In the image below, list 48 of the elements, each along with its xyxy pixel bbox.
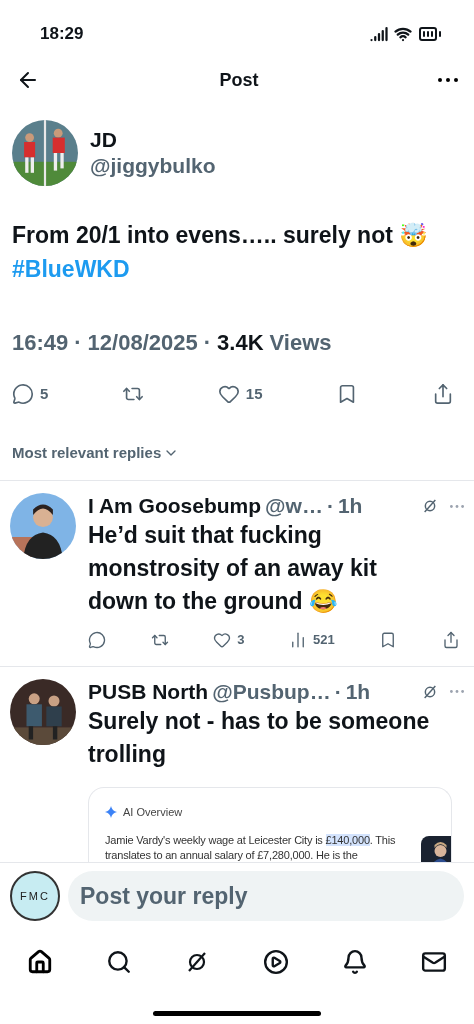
reply-text: He’d suit that fucking monstrosity of an away kit down to the ground 😂: [88, 521, 378, 617]
separator-dot: ·: [203, 329, 212, 357]
mail-icon: [421, 949, 448, 975]
play-icon: [262, 949, 289, 975]
reply-author-name: I Am Goosebump: [88, 493, 262, 519]
heart-icon: [213, 631, 232, 649]
wifi-icon: [394, 25, 412, 43]
sparkle-icon: [105, 806, 117, 819]
views-label: Views: [269, 329, 332, 357]
like-button[interactable]: 3: [213, 630, 245, 650]
reply-author-name: PUSB North: [88, 678, 209, 705]
post-text: From 20/1 into evens….. surely not 🤯 #BlueWKD: [11, 221, 430, 284]
like-button[interactable]: 15: [217, 383, 263, 406]
speech-bubble-icon: [12, 383, 34, 406]
overview-text: Jamie Vardy's weekly wage at Leicester City is £140,000. This translates to an annual salary of £7,280,000. He is the: [105, 832, 397, 862]
avatar-text: FMC: [20, 888, 50, 904]
overview-label: AI Overview: [123, 805, 183, 820]
reply-author-handle: @w…: [265, 493, 323, 519]
separator-dot: ·: [74, 329, 82, 357]
header-title: Post: [219, 68, 259, 92]
share-button[interactable]: [442, 631, 460, 649]
reply-age: 1h: [345, 678, 371, 705]
views-button[interactable]: 521: [289, 630, 335, 650]
reply-text: Surely not - has to be someone trolling: [88, 707, 431, 769]
reply-age: 1h: [337, 493, 363, 519]
reply-button[interactable]: [88, 631, 106, 649]
reply-author-handle: @Pusbup…: [212, 678, 331, 705]
heart-icon: [217, 383, 240, 406]
reply-button[interactable]: 5: [12, 383, 49, 406]
sort-dropdown[interactable]: Most relevant replies: [0, 441, 192, 464]
post-date: 12/08/2025: [87, 329, 198, 357]
author-name: JD: [90, 126, 118, 153]
separator-dot: ·: [326, 493, 334, 519]
grok-button[interactable]: [422, 683, 438, 700]
grok-button[interactable]: [422, 498, 438, 515]
share-icon: [442, 631, 460, 649]
author-handle: @jiggybulko: [90, 153, 216, 179]
views-count: 3.4K: [217, 329, 264, 357]
reply-field[interactable]: Post your reply: [68, 871, 464, 921]
search-icon: [106, 949, 132, 975]
status-time: 18:29: [40, 23, 84, 46]
home-icon: [26, 949, 53, 975]
separator-dot: ·: [334, 678, 342, 705]
bell-icon: [341, 949, 368, 975]
more-button[interactable]: [438, 78, 458, 82]
signal-icon: [370, 25, 388, 43]
post-time: 16:49: [12, 329, 69, 357]
speech-bubble-icon: [88, 631, 106, 649]
